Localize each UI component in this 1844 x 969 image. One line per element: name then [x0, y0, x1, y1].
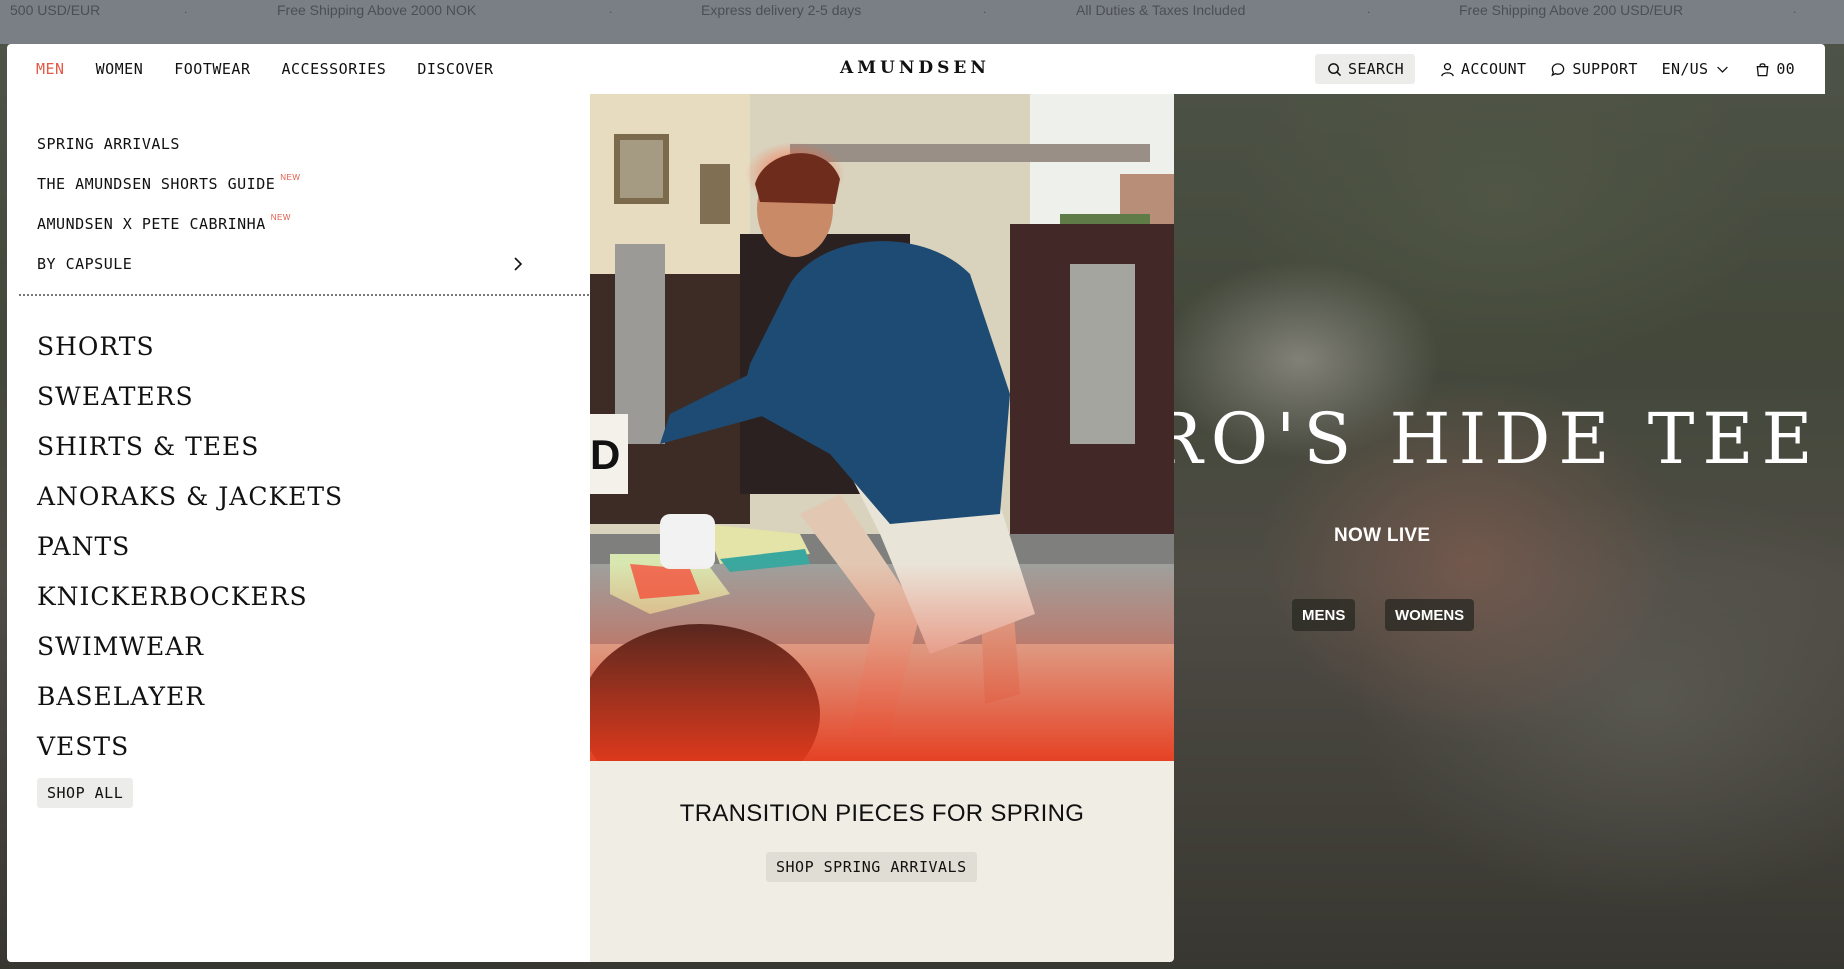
primary-nav: MEN WOMEN FOOTWEAR ACCESSORIES DISCOVER — [36, 44, 525, 94]
search-button[interactable]: SEARCH — [1315, 54, 1416, 84]
announcement-separator: . — [609, 2, 613, 16]
top-navbar: MEN WOMEN FOOTWEAR ACCESSORIES DISCOVER … — [7, 44, 1825, 94]
category-link-knickerbockers[interactable]: KNICKERBOCKERS — [37, 571, 343, 621]
feature-link-label: THE AMUNDSEN SHORTS GUIDE — [37, 175, 276, 193]
mega-menu-panel: SPRING ARRIVALS THE AMUNDSEN SHORTS GUID… — [7, 94, 590, 962]
nav-link-accessories[interactable]: ACCESSORIES — [282, 60, 387, 78]
nav-link-men[interactable]: MEN — [36, 60, 65, 78]
announcement-bar: 500 USD/EUR . Free Shipping Above 2000 N… — [0, 0, 1844, 44]
cart-button[interactable]: 00 — [1754, 60, 1795, 78]
feature-link-label: AMUNDSEN X PETE CABRINHA — [37, 215, 266, 233]
user-icon — [1439, 61, 1455, 77]
account-link[interactable]: ACCOUNT — [1439, 60, 1526, 78]
feature-link-label: SPRING ARRIVALS — [37, 135, 180, 153]
feature-link-by-capsule[interactable]: BY CAPSULE — [37, 244, 557, 284]
hero-womens-button[interactable]: WOMENS — [1385, 599, 1475, 631]
search-icon — [1326, 61, 1342, 77]
category-link-swimwear[interactable]: SWIMWEAR — [37, 621, 343, 671]
new-badge: NEW — [280, 172, 301, 182]
shopping-bag-icon — [1754, 61, 1770, 77]
announcement-item: All Duties & Taxes Included — [1076, 2, 1246, 18]
menu-divider — [19, 294, 589, 296]
support-link[interactable]: SUPPORT — [1550, 60, 1637, 78]
chat-bubble-icon — [1550, 61, 1566, 77]
category-link-baselayer[interactable]: BASELAYER — [37, 671, 343, 721]
announcement-item: Free Shipping Above 200 USD/EUR — [1459, 2, 1684, 18]
promo-image[interactable]: D — [590, 94, 1174, 761]
featured-links: SPRING ARRIVALS THE AMUNDSEN SHORTS GUID… — [37, 124, 557, 284]
category-link-anoraks-jackets[interactable]: ANORAKS & JACKETS — [37, 471, 343, 521]
support-label: SUPPORT — [1572, 60, 1638, 78]
shop-all-button[interactable]: SHOP ALL — [37, 778, 134, 808]
announcement-separator: . — [1793, 2, 1797, 16]
category-link-shirts-tees[interactable]: SHIRTS & TEES — [37, 421, 343, 471]
announcement-item: Free Shipping Above 2000 NOK — [277, 2, 477, 18]
announcement-separator: . — [184, 2, 188, 16]
promo-title: TRANSITION PIECES FOR SPRING — [679, 800, 1085, 827]
category-link-shorts[interactable]: SHORTS — [37, 321, 343, 371]
feature-link-label: BY CAPSULE — [37, 255, 133, 273]
search-label: SEARCH — [1348, 60, 1405, 78]
announcement-item: 500 USD/EUR — [10, 2, 101, 18]
brand-logo[interactable]: AMUNDSEN — [840, 58, 990, 78]
feature-link-spring-arrivals[interactable]: SPRING ARRIVALS — [37, 124, 557, 164]
announcement-item: Express delivery 2-5 days — [701, 2, 862, 18]
promo-panel: D TRANSITION PIECES FOR SPRING SHOP SPRI… — [590, 94, 1174, 962]
nav-link-women[interactable]: WOMEN — [96, 60, 144, 78]
chevron-down-icon — [1714, 61, 1730, 77]
cart-count: 00 — [1776, 60, 1795, 78]
chevron-right-icon — [511, 256, 525, 276]
hero-subtitle: NOW LIVE — [1334, 525, 1431, 546]
category-link-pants[interactable]: PANTS — [37, 521, 343, 571]
new-badge: NEW — [270, 212, 291, 222]
announcement-separator: . — [1367, 2, 1371, 16]
category-link-sweaters[interactable]: SWEATERS — [37, 371, 343, 421]
announcement-separator: . — [983, 2, 987, 16]
nav-link-footwear[interactable]: FOOTWEAR — [174, 60, 250, 78]
feature-link-pete-cabrinha[interactable]: AMUNDSEN X PETE CABRINHA NEW — [37, 204, 557, 244]
nav-link-discover[interactable]: DISCOVER — [417, 60, 493, 78]
category-list: SHORTS SWEATERS SHIRTS & TEES ANORAKS & … — [37, 321, 343, 771]
license-plate-text: D — [590, 431, 620, 478]
hero-mens-button[interactable]: MENS — [1292, 599, 1356, 631]
locale-selector[interactable]: EN/US — [1662, 60, 1731, 78]
account-label: ACCOUNT — [1461, 60, 1527, 78]
category-link-vests[interactable]: VESTS — [37, 721, 343, 771]
hero-title: RO'S HIDE TEE — [1150, 398, 1821, 480]
utility-nav: SEARCH ACCOUNT SUPPORT EN/US 00 — [1315, 44, 1795, 94]
locale-label: EN/US — [1661, 60, 1709, 78]
feature-link-shorts-guide[interactable]: THE AMUNDSEN SHORTS GUIDE NEW — [37, 164, 557, 204]
shop-spring-arrivals-button[interactable]: SHOP SPRING ARRIVALS — [766, 852, 977, 882]
